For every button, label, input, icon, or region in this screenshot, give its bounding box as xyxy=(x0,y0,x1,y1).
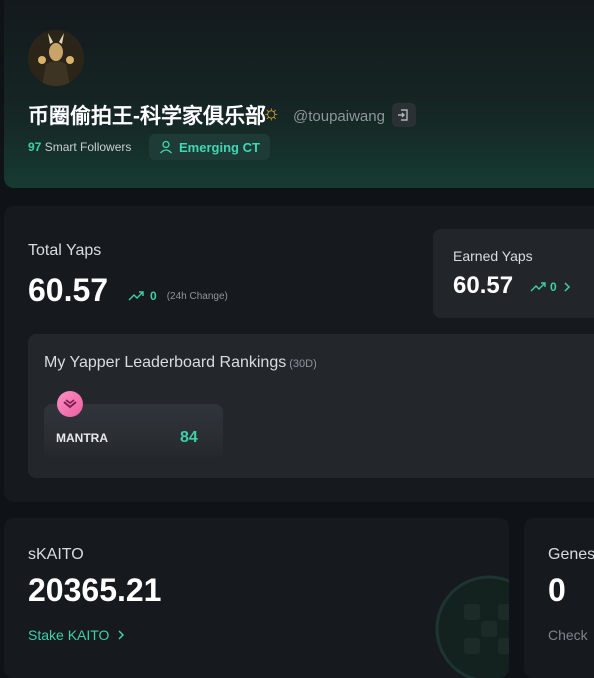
genesis-value: 0 xyxy=(548,572,566,608)
genesis-check-link[interactable]: Check xyxy=(548,627,588,643)
trend-up-icon xyxy=(530,282,546,292)
skaito-label: sKAITO xyxy=(28,546,84,563)
leaderboard-period: (30D) xyxy=(289,358,317,370)
earned-yaps-value: 60.57 xyxy=(453,272,514,299)
avatar[interactable] xyxy=(28,30,84,86)
sun-icon: ☼ xyxy=(262,102,281,124)
leaderboard-title-text: My Yapper Leaderboard Rankings xyxy=(44,354,287,371)
kaito-logo-icon xyxy=(435,575,509,678)
earned-change-value: 0 xyxy=(550,280,557,294)
profile-name: 币圈偷拍王-科学家俱乐部 xyxy=(28,105,266,128)
smart-followers-count: 97 xyxy=(28,140,42,154)
badge-label: Emerging CT xyxy=(179,139,260,155)
genesis-label: Genes xyxy=(548,546,594,563)
total-yaps-label: Total Yaps xyxy=(28,242,102,259)
smart-followers[interactable]: 97 Smart Followers xyxy=(28,140,131,154)
user-icon xyxy=(160,140,172,154)
total-yaps-change: 0 (24h Change) xyxy=(128,289,228,303)
earned-yaps-change[interactable]: 0 xyxy=(530,280,571,294)
chevron-right-icon xyxy=(118,630,125,640)
smart-followers-label: Smart Followers xyxy=(44,140,132,154)
earned-yaps-label: Earned Yaps xyxy=(453,248,533,264)
profile-card xyxy=(4,0,594,188)
total-yaps-value: 60.57 xyxy=(28,272,109,308)
stake-kaito-link[interactable]: Stake KAITO xyxy=(28,627,125,643)
skaito-value: 20365.21 xyxy=(28,572,162,608)
chevron-right-icon xyxy=(564,282,570,292)
change-label: (24h Change) xyxy=(166,290,228,302)
stake-kaito-label: Stake KAITO xyxy=(28,627,110,643)
leaderboard-rank: 84 xyxy=(180,429,198,446)
leaderboard-project-name: MANTRA xyxy=(56,431,108,445)
profile-handle[interactable]: @toupaiwang xyxy=(293,108,385,125)
leaderboard-title: My Yapper Leaderboard Rankings (30D) xyxy=(44,354,317,372)
change-value: 0 xyxy=(150,289,157,303)
mantra-logo-icon xyxy=(57,391,83,417)
emerging-ct-badge: Emerging CT xyxy=(149,134,270,160)
login-icon[interactable] xyxy=(392,103,416,127)
trend-up-icon xyxy=(128,291,144,301)
